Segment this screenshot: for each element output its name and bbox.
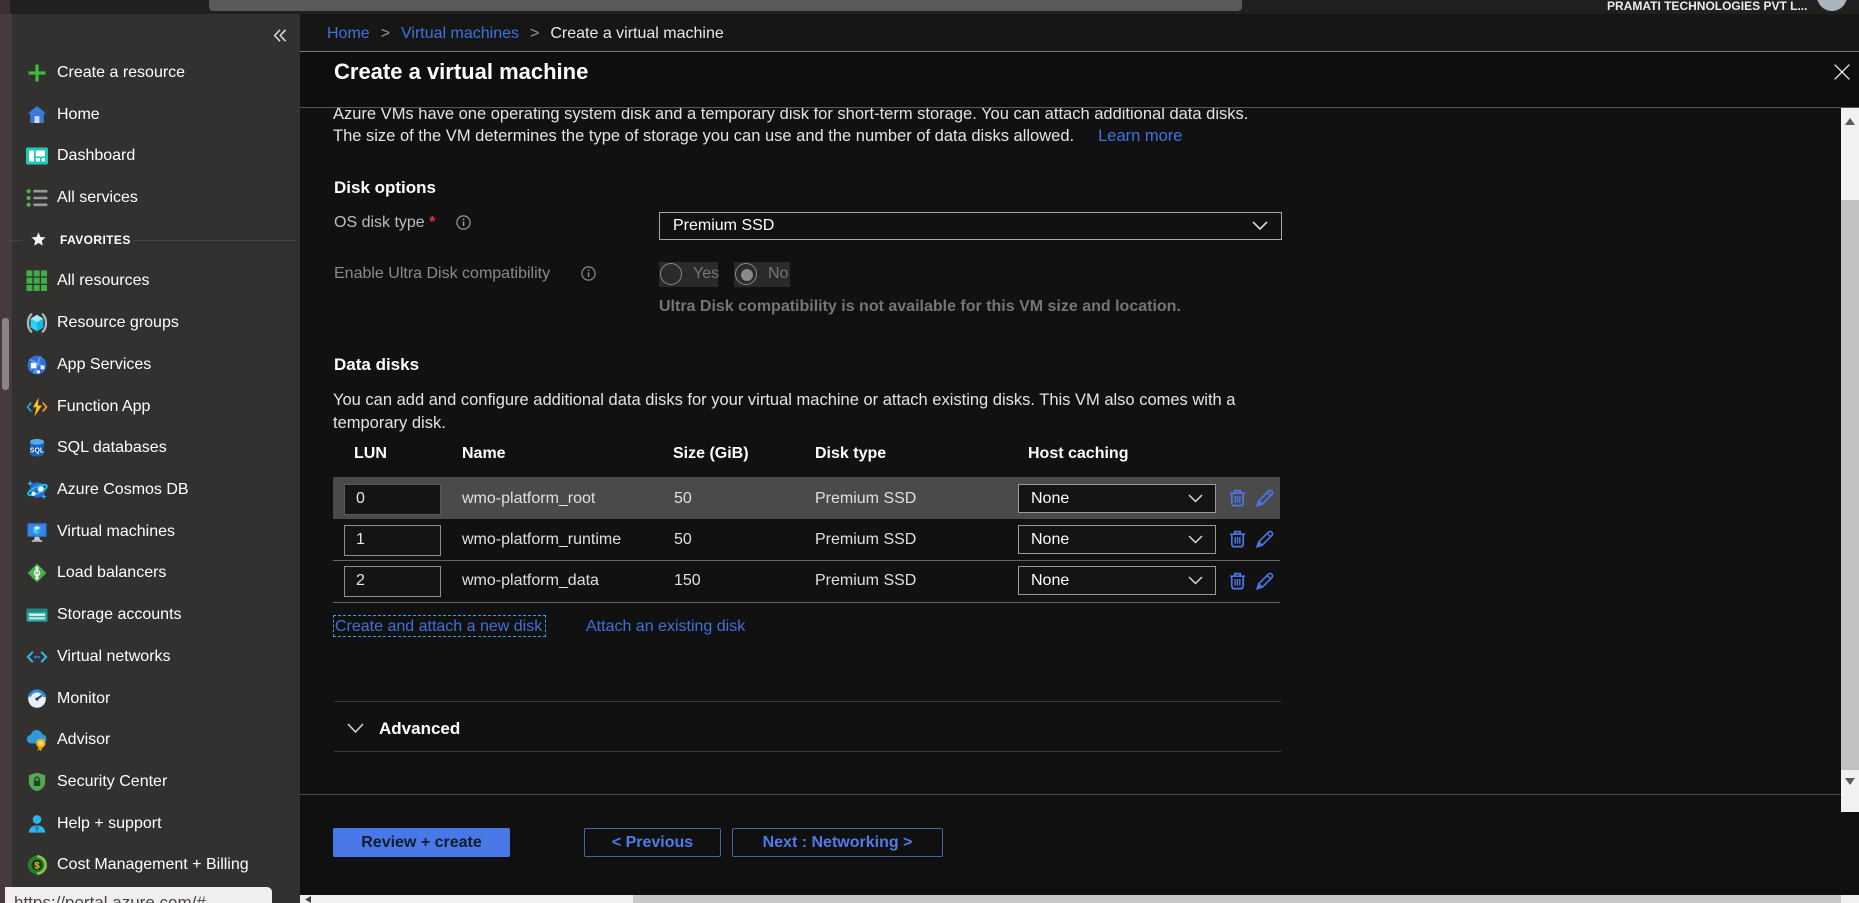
- svg-text:SQL: SQL: [30, 447, 45, 454]
- svg-text:$: $: [34, 860, 40, 871]
